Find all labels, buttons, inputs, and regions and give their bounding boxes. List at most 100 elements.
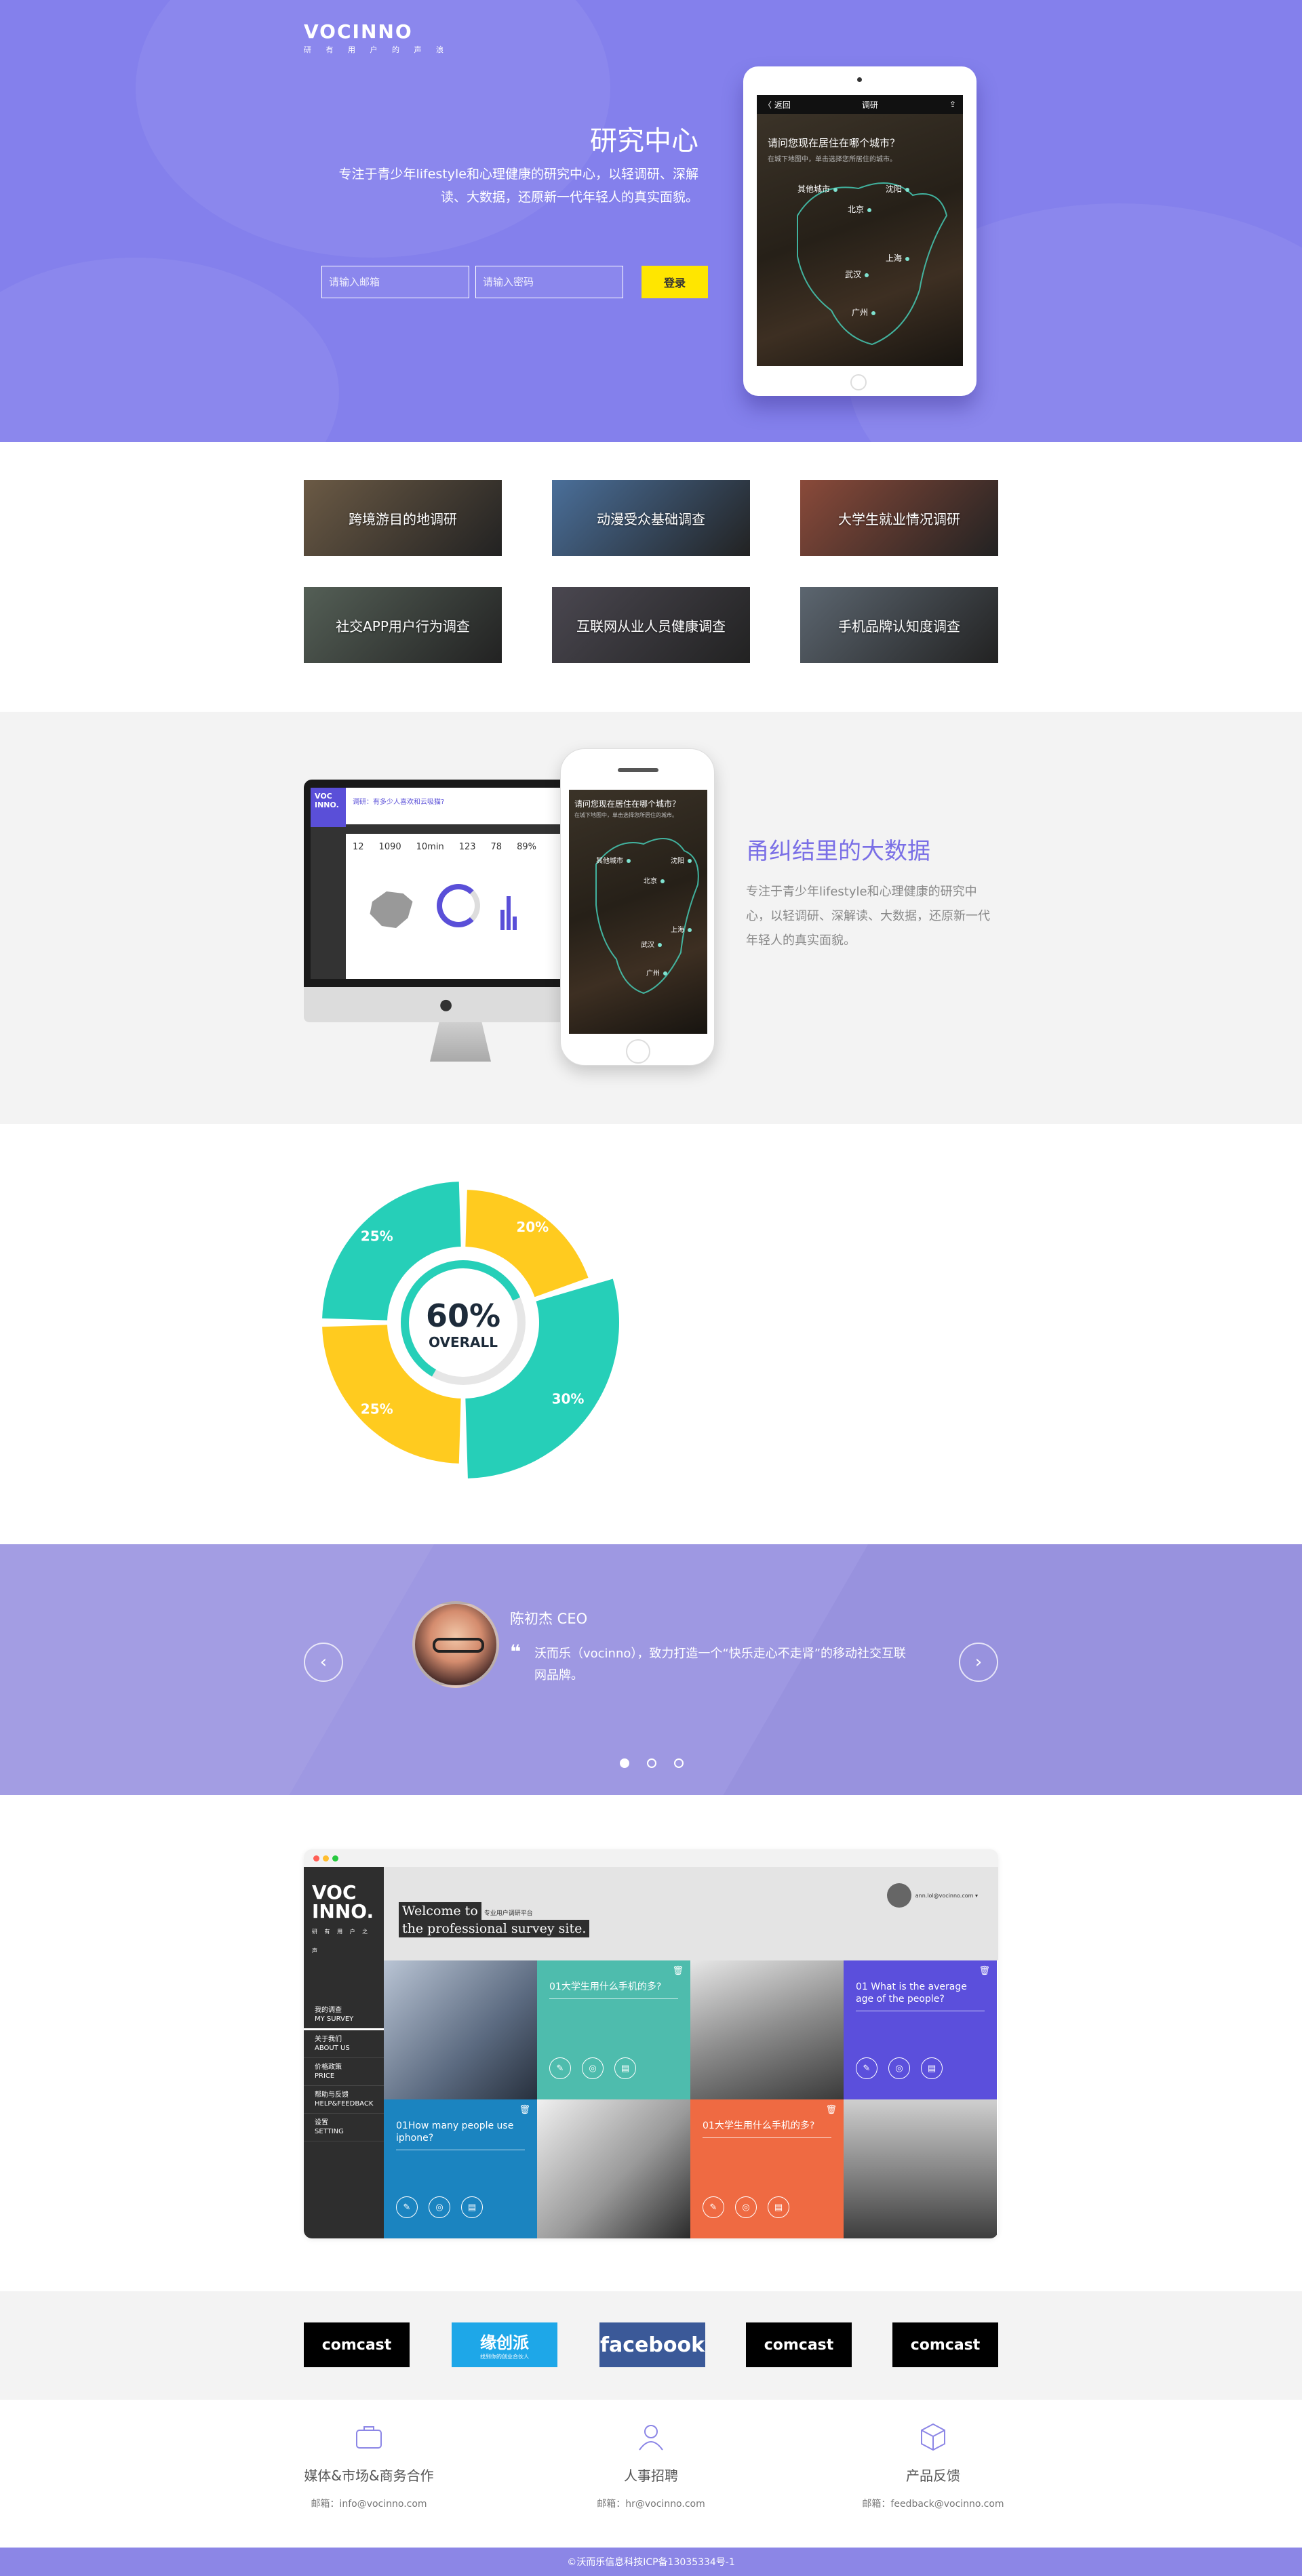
trash-icon[interactable]: 🗑 (825, 2105, 837, 2115)
contact-email[interactable]: 邮箱：feedback@vocinno.com (825, 2497, 1042, 2510)
partner-name: comcast (910, 2336, 981, 2354)
menu-item-en: ABOUT US (315, 2045, 350, 2052)
city-label[interactable]: 沈阳 (671, 855, 692, 865)
carousel-next-button[interactable]: › (959, 1643, 998, 1682)
china-map-outline (797, 182, 948, 346)
menu-item-help-feedback[interactable]: 帮助与反馈 HELP&FEEDBACK (304, 2086, 384, 2114)
partner-logo[interactable]: facebook (599, 2322, 705, 2367)
phone-home-button (626, 1039, 650, 1064)
carousel-dot[interactable] (647, 1758, 656, 1768)
edit-icon[interactable]: ✎ (703, 2196, 724, 2218)
share-icon[interactable]: ◎ (735, 2196, 757, 2218)
user-email: ann.lol@vocinno.com ▾ (915, 1892, 978, 1899)
menu-item-cn: 设置 (315, 2119, 328, 2127)
menu-item-price[interactable]: 价格政策 PRICE (304, 2058, 384, 2086)
password-input[interactable] (475, 266, 623, 298)
partner-logo[interactable]: comcast (746, 2322, 852, 2367)
site-logo[interactable]: VOCINNO 研 有 用 户 的 声 浪 (304, 20, 450, 55)
menu-item-cn: 帮助与反馈 (315, 2091, 349, 2099)
share-icon[interactable]: ◎ (888, 2057, 910, 2079)
stats-icon[interactable]: ▤ (768, 2196, 789, 2218)
survey-card[interactable]: 社交APP用户行为调查 (304, 587, 502, 663)
survey-card[interactable]: 手机品牌认知度调查 (800, 587, 998, 663)
section-title: 甬纠结里的大数据 (746, 838, 930, 865)
menu-item-setting[interactable]: 设置 SETTING (304, 2114, 384, 2141)
survey-tile[interactable]: 🗑 01 What is the average age of the peop… (844, 1960, 997, 2099)
logo-text: VOCINNO (304, 20, 413, 43)
city-label[interactable]: 其他城市 (596, 855, 631, 865)
testimonial-section: ‹ › 陈初杰 CEO ❝ 沃而乐（vocinno），致力打造一个“快乐走心不走… (0, 1544, 1302, 1795)
city-label[interactable]: 上海 (886, 252, 909, 264)
trash-icon[interactable]: 🗑 (979, 1966, 990, 1976)
person-icon (639, 2425, 663, 2451)
trash-icon[interactable]: 🗑 (672, 1966, 684, 1976)
window-close-icon (313, 1855, 319, 1861)
survey-tile-question: 01大学生用什么手机的多? (549, 1981, 678, 1999)
city-label[interactable]: 上海 (671, 924, 692, 934)
stat-value: 89% (517, 842, 536, 852)
contact-email[interactable]: 邮箱：info@vocinno.com (260, 2497, 477, 2510)
photo-tile (537, 2099, 690, 2238)
logo-subtext: 研 有 用 户 的 声 浪 (304, 45, 450, 54)
carousel-prev-button[interactable]: ‹ (304, 1643, 343, 1682)
stats-icon[interactable]: ▤ (921, 2057, 943, 2079)
partner-logo[interactable]: comcast (892, 2322, 998, 2367)
welcome-tag: 专业用户调研平台 (484, 1910, 533, 1917)
survey-tile[interactable]: 🗑 01大学生用什么手机的多? ✎ ◎ ▤ (690, 2099, 844, 2238)
hero-bg-shape (0, 258, 339, 442)
app-screenshot-mockup: VOC INNO. 研 有 用 户 之 声 我的调查 MY SURVEY 关于我们… (304, 1849, 998, 2238)
survey-tile[interactable]: 🗑 01How many people use iphone? ✎ ◎ ▤ (384, 2099, 537, 2238)
survey-card[interactable]: 大学生就业情况调研 (800, 480, 998, 556)
stat-value: 78 (490, 842, 502, 852)
share-icon[interactable]: ◎ (429, 2196, 450, 2218)
carousel-dot[interactable] (674, 1758, 684, 1768)
app-sidebar: VOC INNO. 研 有 用 户 之 声 我的调查 MY SURVEY 关于我们… (304, 1867, 384, 2238)
login-button[interactable]: 登录 (642, 266, 708, 298)
dashboard-title: 调研：有多少人喜欢和云吸猫? (353, 799, 445, 806)
imac-mockup: VOC INNO. 调研：有多少人喜欢和云吸猫? 12 1090 10min 1… (304, 780, 589, 1062)
city-label[interactable]: 沈阳 (886, 183, 909, 195)
user-menu[interactable]: ann.lol@vocinno.com ▾ (886, 1883, 978, 1908)
dashboard-stats: 12 1090 10min 123 78 89% (353, 842, 536, 852)
hero-title: 研究中心 (590, 125, 698, 157)
city-label[interactable]: 北京 (644, 875, 665, 885)
city-label[interactable]: 广州 (852, 306, 875, 318)
menu-item-cn: 我的调查 (315, 2007, 342, 2014)
big-data-section: VOC INNO. 调研：有多少人喜欢和云吸猫? 12 1090 10min 1… (0, 712, 1302, 1124)
survey-tile[interactable]: 🗑 01大学生用什么手机的多? ✎ ◎ ▤ (537, 1960, 690, 2099)
contact-email[interactable]: 邮箱：hr@vocinno.com (542, 2497, 760, 2510)
survey-card[interactable]: 互联网从业人员健康调查 (552, 587, 750, 663)
edit-icon[interactable]: ✎ (549, 2057, 571, 2079)
footer-copyright: ©沃而乐信息科技ICP备13035334号-1 (567, 2557, 735, 2568)
edit-icon[interactable]: ✎ (396, 2196, 418, 2218)
carousel-dot[interactable] (620, 1758, 629, 1768)
partner-logo[interactable]: 缘创派 找到你的创业合伙人 (452, 2322, 557, 2367)
window-titlebar (304, 1849, 998, 1867)
menu-item-about-us[interactable]: 关于我们 ABOUT US (304, 2030, 384, 2058)
city-label[interactable]: 武汉 (641, 939, 662, 949)
partner-logo[interactable]: comcast (304, 2322, 410, 2367)
city-label[interactable]: 广州 (646, 967, 667, 978)
survey-card[interactable]: 跨境游目的地调研 (304, 480, 502, 556)
imac-stand (430, 1022, 491, 1062)
trash-icon[interactable]: 🗑 (519, 2105, 530, 2115)
menu-item-my-survey[interactable]: 我的调查 MY SURVEY (304, 2001, 384, 2030)
stat-value: 123 (458, 842, 476, 852)
city-label[interactable]: 其他城市 (797, 183, 837, 195)
stats-icon[interactable]: ▤ (461, 2196, 483, 2218)
city-label[interactable]: 北京 (848, 203, 871, 215)
dashboard-logo: VOC INNO. (311, 788, 346, 827)
share-icon: ⇪ (949, 100, 956, 109)
dashboard-bar-chart (500, 889, 521, 930)
share-icon[interactable]: ◎ (582, 2057, 604, 2079)
edit-icon[interactable]: ✎ (856, 2057, 877, 2079)
survey-card[interactable]: 动漫受众基础调查 (552, 480, 750, 556)
stats-icon[interactable]: ▤ (614, 2057, 636, 2079)
contact-title: 人事招聘 (624, 2468, 678, 2484)
testimonial-quote: 沃而乐（vocinno），致力打造一个“快乐走心不走肾”的移动社交互联网品牌。 (534, 1647, 907, 1683)
tile-actions: ✎ ◎ ▤ (856, 2057, 943, 2079)
survey-instruction: 在城下地图中，单击选择您所居住的城市。 (768, 156, 896, 163)
email-input[interactable] (321, 266, 469, 298)
app-header: Welcome to 专业用户调研平台 the professional surv… (384, 1867, 998, 1960)
city-label[interactable]: 武汉 (845, 268, 869, 280)
